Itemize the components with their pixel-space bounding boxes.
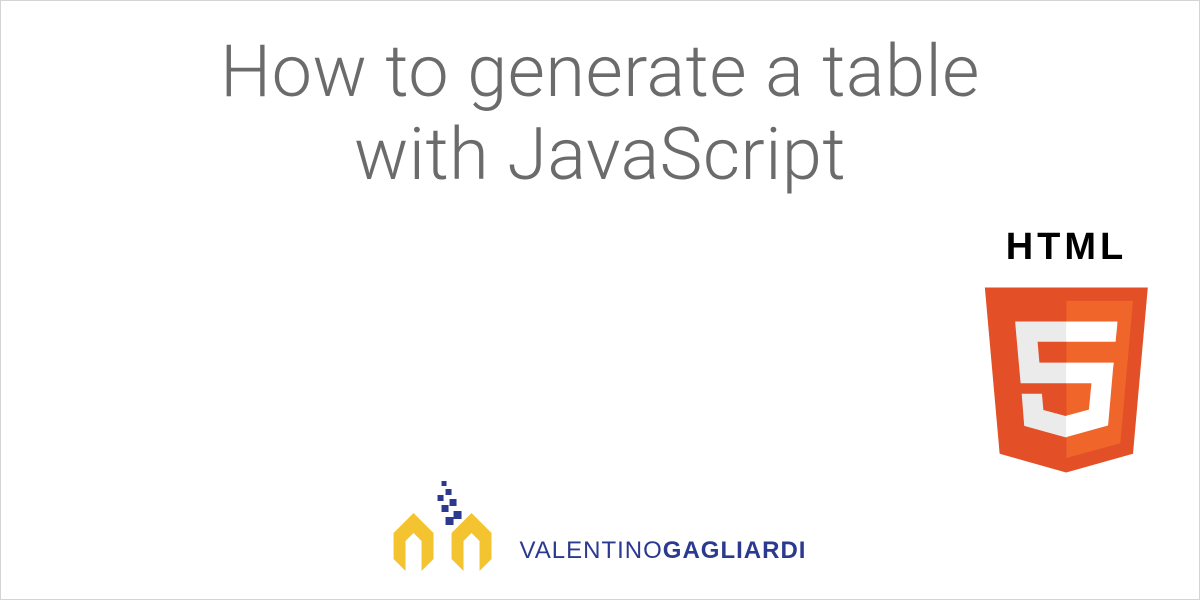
author-icon [394,481,504,571]
author-logo: VALENTINOGAGLIARDI [394,481,807,571]
html5-logo: HTML [974,226,1159,489]
author-first-name: VALENTINO [520,537,663,564]
author-last-name: GAGLIARDI [663,537,807,564]
author-name: VALENTINOGAGLIARDI [520,537,807,571]
page-title: How to generate a table with JavaScript [150,31,1050,197]
html5-label: HTML [974,226,1159,269]
html5-shield-icon [974,275,1159,485]
